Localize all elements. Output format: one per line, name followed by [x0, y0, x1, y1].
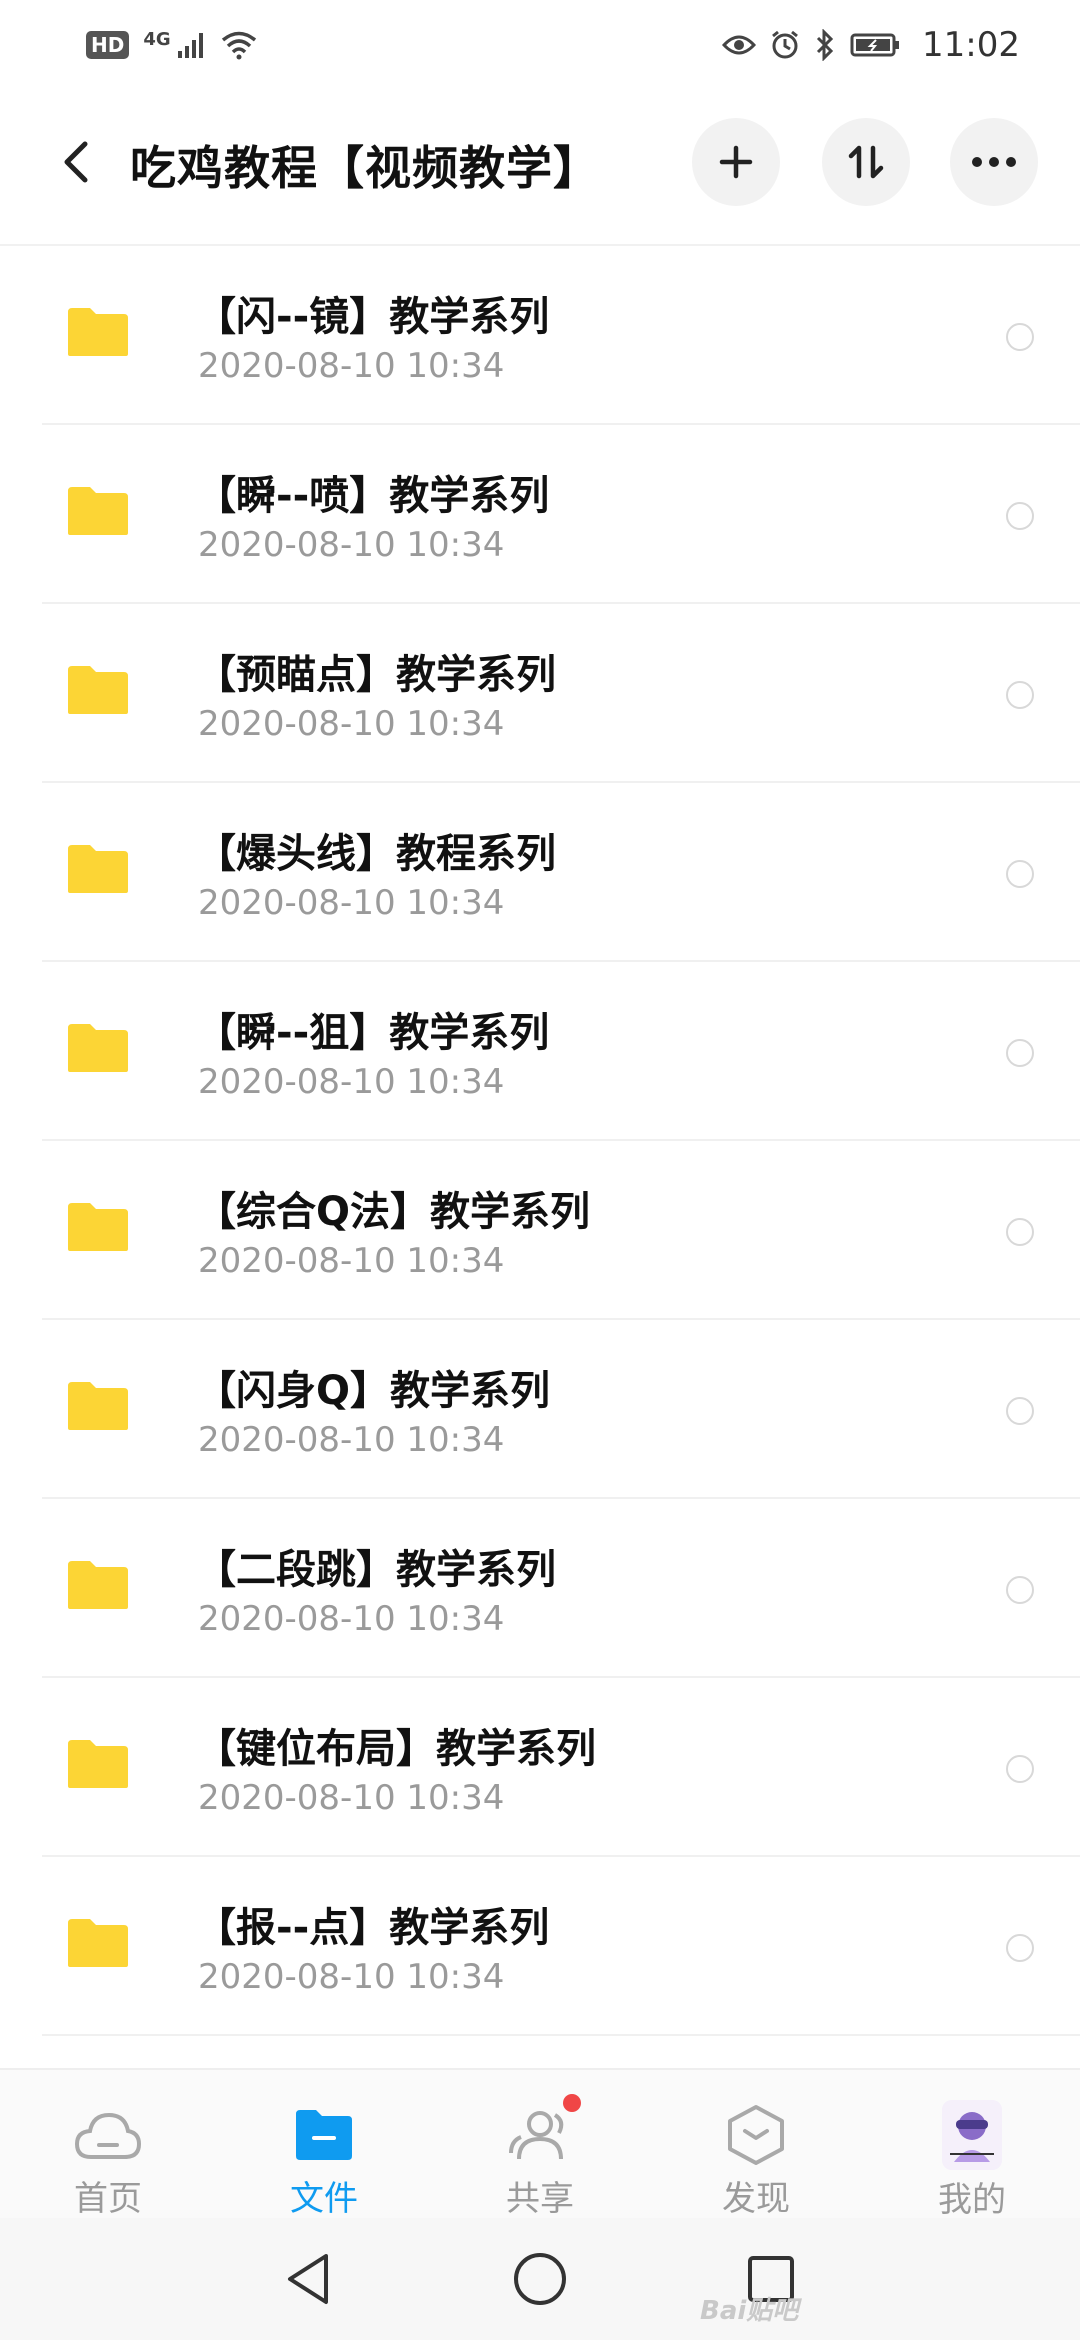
folder-icon: [68, 845, 128, 893]
file-name: 【瞬--喷】教学系列: [196, 473, 550, 519]
tab-mine[interactable]: 我的: [892, 2070, 1052, 2220]
list-item[interactable]: 【预瞄点】教学系列 2020-08-10 10:34: [0, 604, 1080, 783]
tab-label: 文件: [290, 2179, 358, 2219]
wifi-icon: [221, 31, 256, 60]
status-left: HD 4G: [86, 28, 257, 60]
file-name: 【综合Q法】教学系列: [196, 1189, 591, 1235]
select-checkbox[interactable]: [1006, 1397, 1034, 1425]
file-name: 【爆头线】教程系列: [196, 831, 556, 877]
folder-icon: [68, 1203, 128, 1251]
file-date: 2020-08-10 10:34: [198, 1420, 505, 1460]
file-date: 2020-08-10 10:34: [198, 1599, 505, 1639]
list-item[interactable]: 【爆头线】教程系列 2020-08-10 10:34: [0, 783, 1080, 962]
nav-back-button[interactable]: [274, 2244, 344, 2314]
people-icon: [505, 2094, 581, 2169]
network-type: 4G: [143, 28, 171, 50]
file-date: 2020-08-10 10:34: [198, 525, 505, 565]
select-checkbox[interactable]: [1006, 323, 1034, 351]
list-item[interactable]: 【二段跳】教学系列 2020-08-10 10:34: [0, 1499, 1080, 1678]
list-item[interactable]: 【闪--镜】教学系列 2020-08-10 10:34: [0, 246, 1080, 425]
system-nav-bar: Bai贴吧: [0, 2218, 1080, 2340]
folder-icon: [68, 487, 128, 535]
bottom-tab-bar: 首页 文件 共享 发现 我的: [0, 2068, 1080, 2220]
triangle-back-icon: [288, 2254, 328, 2304]
tab-label: 我的: [938, 2180, 1006, 2220]
header: 吃鸡教程【视频教学】: [0, 108, 1080, 216]
file-name: 【预瞄点】教学系列: [196, 652, 556, 698]
file-date: 2020-08-10 10:34: [198, 1957, 505, 1997]
file-date: 2020-08-10 10:34: [198, 1241, 505, 1281]
list-item[interactable]: 【综合Q法】教学系列 2020-08-10 10:34: [0, 1141, 1080, 1320]
list-item[interactable]: 【瞬--狙】教学系列 2020-08-10 10:34: [0, 962, 1080, 1141]
file-name: 【二段跳】教学系列: [196, 1547, 556, 1593]
plus-icon: [719, 145, 753, 179]
file-date: 2020-08-10 10:34: [198, 346, 505, 386]
folder-icon: [289, 2100, 359, 2169]
folder-icon: [68, 1561, 128, 1609]
file-list: 【闪--镜】教学系列 2020-08-10 10:34 【瞬--喷】教学系列 2…: [0, 244, 1080, 2036]
discover-icon: [721, 2100, 791, 2169]
tab-home[interactable]: 首页: [28, 2070, 188, 2220]
select-checkbox[interactable]: [1006, 1039, 1034, 1067]
notification-dot: [563, 2094, 581, 2112]
avatar: [937, 2100, 1007, 2170]
more-button[interactable]: [950, 118, 1038, 206]
folder-icon: [68, 308, 128, 356]
page-title: 吃鸡教程【视频教学】: [130, 141, 600, 195]
select-checkbox[interactable]: [1006, 1218, 1034, 1246]
folder-icon: [68, 1740, 128, 1788]
eye-icon: [722, 35, 757, 55]
list-item[interactable]: 【报--点】教学系列 2020-08-10 10:34: [0, 1857, 1080, 2036]
select-checkbox[interactable]: [1006, 1755, 1034, 1783]
tab-label: 首页: [74, 2179, 142, 2219]
nav-home-button[interactable]: [505, 2244, 575, 2314]
file-date: 2020-08-10 10:34: [198, 1062, 505, 1102]
cloud-icon: [73, 2100, 143, 2169]
file-name: 【瞬--狙】教学系列: [196, 1010, 550, 1056]
bluetooth-icon: [816, 29, 834, 61]
select-checkbox[interactable]: [1006, 502, 1034, 530]
select-checkbox[interactable]: [1006, 1934, 1034, 1962]
sort-icon: [848, 145, 884, 179]
status-time: 11:02: [922, 25, 1020, 65]
back-arrow-icon: [64, 141, 88, 183]
select-checkbox[interactable]: [1006, 1576, 1034, 1604]
folder-icon: [68, 1382, 128, 1430]
folder-icon: [68, 666, 128, 714]
list-item[interactable]: 【闪身Q】教学系列 2020-08-10 10:34: [0, 1320, 1080, 1499]
file-name: 【报--点】教学系列: [196, 1905, 550, 1951]
select-checkbox[interactable]: [1006, 681, 1034, 709]
add-button[interactable]: [692, 118, 780, 206]
file-date: 2020-08-10 10:34: [198, 1778, 505, 1818]
file-name: 【键位布局】教学系列: [196, 1726, 596, 1772]
file-name: 【闪--镜】教学系列: [196, 294, 550, 340]
file-name: 【闪身Q】教学系列: [196, 1368, 551, 1414]
status-bar: HD 4G 11:02: [0, 0, 1080, 90]
hd-badge: HD: [86, 31, 130, 59]
tab-label: 共享: [506, 2179, 574, 2219]
status-right: 11:02: [722, 25, 1020, 65]
battery-icon: [850, 33, 900, 57]
tab-files[interactable]: 文件: [244, 2070, 404, 2220]
list-item[interactable]: 【瞬--喷】教学系列 2020-08-10 10:34: [0, 425, 1080, 604]
select-checkbox[interactable]: [1006, 860, 1034, 888]
tab-discover[interactable]: 发现: [676, 2070, 836, 2220]
alarm-icon: [772, 30, 798, 59]
file-date: 2020-08-10 10:34: [198, 883, 505, 923]
circle-home-icon: [514, 2253, 566, 2305]
folder-icon: [68, 1919, 128, 1967]
sort-button[interactable]: [822, 118, 910, 206]
more-icon: [972, 157, 1016, 167]
file-date: 2020-08-10 10:34: [198, 704, 505, 744]
back-button[interactable]: [44, 130, 108, 194]
tab-share[interactable]: 共享: [460, 2070, 620, 2220]
tab-label: 发现: [722, 2179, 790, 2219]
folder-icon: [68, 1024, 128, 1072]
list-item[interactable]: 【键位布局】教学系列 2020-08-10 10:34: [0, 1678, 1080, 1857]
watermark: Bai贴吧: [700, 2296, 799, 2326]
signal-icon: [177, 33, 203, 58]
